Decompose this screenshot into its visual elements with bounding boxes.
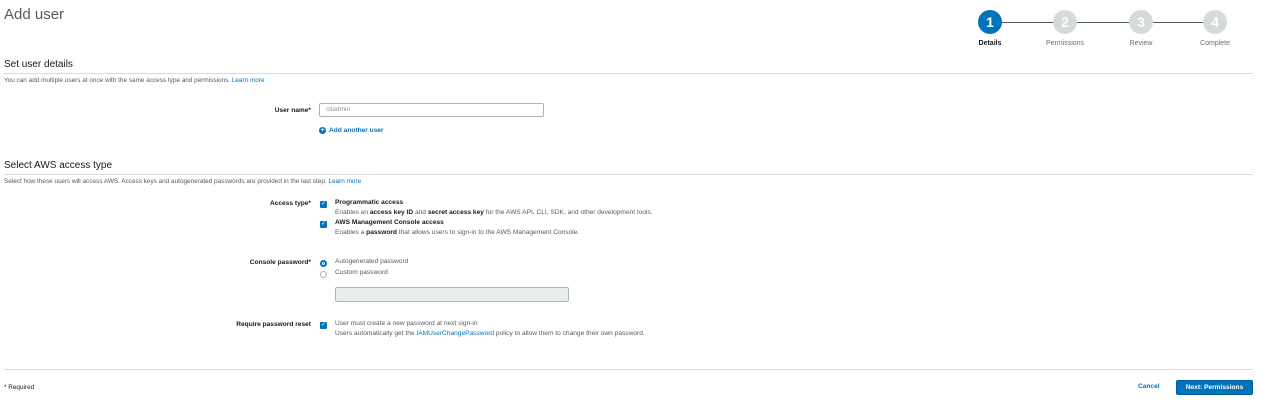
step-number: 2 xyxy=(1053,10,1077,34)
step-details[interactable]: 1 Details xyxy=(960,10,1020,47)
custom-password-input[interactable] xyxy=(335,287,569,302)
iam-user-change-password-link[interactable]: IAMUserChangePassword xyxy=(416,330,494,337)
step-complete[interactable]: 4 Complete xyxy=(1185,10,1245,47)
required-note: * Required xyxy=(4,384,35,391)
user-name-input[interactable] xyxy=(319,103,544,117)
step-label: Complete xyxy=(1200,40,1230,47)
step-review[interactable]: 3 Review xyxy=(1111,10,1171,47)
custom-password-radio[interactable] xyxy=(320,271,327,278)
section-divider xyxy=(4,73,1253,74)
programmatic-access-checkbox[interactable]: ✓ xyxy=(320,201,327,208)
footer-divider xyxy=(4,369,1253,370)
step-permissions[interactable]: 2 Permissions xyxy=(1035,10,1095,47)
next-permissions-button[interactable]: Next: Permissions xyxy=(1176,380,1253,395)
description-text: Select how these users will access AWS. … xyxy=(4,178,327,185)
console-password-label: Console password* xyxy=(249,259,311,266)
learn-more-link[interactable]: Learn more xyxy=(232,77,265,84)
section-description: Select how these users will access AWS. … xyxy=(4,178,361,185)
step-label: Review xyxy=(1129,40,1153,47)
console-access-checkbox[interactable]: ✓ xyxy=(320,221,327,228)
autogenerated-password-radio[interactable] xyxy=(320,260,327,267)
section-title-user-details: Set user details xyxy=(4,59,73,70)
add-user-page: Add user 1 Details 2 Permissions 3 Revie… xyxy=(0,0,1263,409)
password-reset-text: User must create a new password at next … xyxy=(335,320,478,327)
add-another-user-link[interactable]: + Add another user xyxy=(319,127,384,134)
user-name-label: User name* xyxy=(274,107,311,114)
description-text: You can add multiple users at once with … xyxy=(4,77,231,84)
password-reset-label: Require password reset xyxy=(236,321,311,328)
password-reset-description: Users automatically get the IAMUserChang… xyxy=(335,330,645,337)
plus-circle-icon: + xyxy=(319,127,326,134)
custom-password-label: Custom password xyxy=(335,269,388,276)
access-type-label: Access type* xyxy=(269,200,311,207)
password-reset-checkbox[interactable]: ✓ xyxy=(320,322,327,329)
add-another-user-label: Add another user xyxy=(329,127,384,134)
step-number: 4 xyxy=(1203,10,1227,34)
programmatic-access-title: Programmatic access xyxy=(335,199,404,206)
section-description: You can add multiple users at once with … xyxy=(4,77,265,84)
step-number: 1 xyxy=(978,10,1002,34)
step-label: Details xyxy=(978,40,1002,47)
learn-more-link[interactable]: Learn more xyxy=(328,178,361,185)
console-access-title: AWS Management Console access xyxy=(335,219,444,226)
programmatic-access-description: Enables an access key ID and secret acce… xyxy=(335,209,653,216)
cancel-button[interactable]: Cancel xyxy=(1138,383,1160,390)
section-divider xyxy=(4,174,1253,175)
page-title: Add user xyxy=(4,6,65,23)
wizard-stepper: 1 Details 2 Permissions 3 Review 4 Compl… xyxy=(970,10,1240,54)
console-access-description: Enables a password that allows users to … xyxy=(335,229,580,236)
section-title-access-type: Select AWS access type xyxy=(4,160,113,171)
step-label: Permissions xyxy=(1045,40,1085,47)
autogenerated-password-label: Autogenerated password xyxy=(335,258,409,265)
step-number: 3 xyxy=(1129,10,1153,34)
